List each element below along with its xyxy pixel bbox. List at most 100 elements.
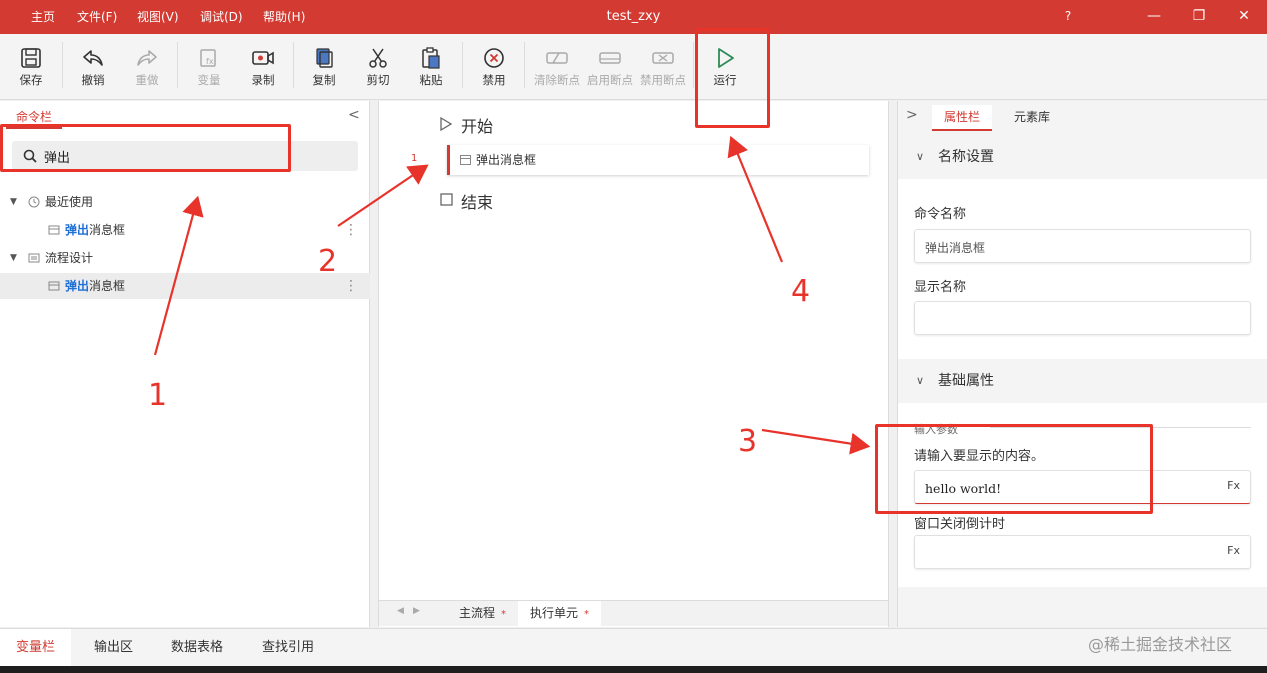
menu-home[interactable]: 主页 [31, 0, 55, 34]
caret-down-icon[interactable]: ▼ [10, 245, 17, 271]
annotation-box-content [875, 424, 1153, 514]
clear-breakpoints-button[interactable]: 清除断点 [532, 42, 582, 94]
save-button[interactable]: 保存 [6, 42, 56, 94]
paste-icon [422, 47, 440, 69]
flow-end-label: 结束 [461, 193, 494, 212]
name-settings-body: 命令名称 显示名称 [898, 179, 1267, 359]
section-name-settings[interactable]: ∨ 名称设置 [898, 135, 1267, 179]
unsaved-mark: * [501, 609, 507, 620]
fx-button[interactable]: Fx [1227, 544, 1240, 557]
redo-button[interactable]: 重做 [122, 42, 172, 94]
tree-group-label: 最近使用 [45, 195, 94, 209]
tab-main-flow[interactable]: 主流程 * [447, 601, 518, 626]
chevron-down-icon[interactable]: ∨ [916, 135, 924, 179]
command-panel: 命令栏 < ▼ 最近使用 弹出消息框 ⋮ ▼ 流程设计 弹出消息框 ⋮ [0, 101, 370, 627]
enable-breakpoints-button[interactable]: 启用断点 [585, 42, 635, 94]
flow-start-label: 开始 [461, 117, 494, 136]
minimize-button[interactable]: — [1134, 0, 1174, 34]
close-button[interactable]: ✕ [1224, 0, 1264, 34]
flow-end-node: 结束 [439, 189, 559, 213]
chevron-down-icon[interactable]: ∨ [916, 359, 924, 403]
expand-panel-button[interactable]: > [906, 107, 918, 123]
tree-item-label: 弹出消息框 [65, 273, 125, 299]
copy-icon [316, 48, 333, 68]
display-name-input[interactable] [925, 310, 1225, 328]
copy-label: 复制 [312, 73, 336, 87]
tab-execution-unit[interactable]: 执行单元 * [518, 601, 602, 626]
caret-down-icon[interactable]: ▼ [10, 189, 17, 215]
menu-view[interactable]: 视图(V) [137, 0, 179, 34]
enable-breakpoints-label: 启用断点 [587, 73, 633, 87]
copy-button[interactable]: 复制 [299, 42, 349, 94]
cut-button[interactable]: 剪切 [353, 42, 403, 94]
variable-icon: fx [200, 49, 216, 67]
fx-button[interactable]: Fx [1227, 479, 1240, 492]
tree-group-recent[interactable]: ▼ 最近使用 [0, 189, 370, 215]
tab-find-references[interactable]: 查找引用 [246, 629, 330, 667]
close-countdown-input[interactable] [925, 544, 1225, 562]
record-label: 录制 [251, 73, 275, 87]
command-icon [460, 155, 471, 165]
tab-properties[interactable]: 属性栏 [932, 105, 993, 131]
tab-variables[interactable]: 变量栏 [0, 629, 72, 667]
enable-breakpoint-icon [599, 52, 621, 64]
more-options-icon[interactable]: ⋮ [344, 217, 358, 243]
section-title: 名称设置 [938, 149, 994, 165]
tab-element-library[interactable]: 元素库 [1002, 105, 1062, 131]
command-name-label: 命令名称 [914, 207, 967, 222]
record-icon [252, 51, 274, 65]
toolbar-separator [177, 42, 178, 88]
section-basic-properties[interactable]: ∨ 基础属性 [898, 359, 1267, 403]
variable-label: 变量 [197, 73, 221, 87]
undo-button[interactable]: 撤销 [68, 42, 118, 94]
close-countdown-field[interactable]: Fx [914, 535, 1251, 569]
scissors-icon [369, 48, 387, 68]
menu-help[interactable]: 帮助(H) [263, 0, 305, 34]
command-name-field[interactable] [914, 229, 1251, 263]
collapse-panel-button[interactable]: < [348, 107, 362, 123]
command-name-input[interactable] [925, 238, 1225, 256]
restore-button[interactable]: ❐ [1179, 0, 1219, 34]
tab-next-icon[interactable]: ▶ [413, 606, 420, 616]
record-button[interactable]: 录制 [238, 42, 288, 94]
disable-icon [484, 48, 504, 68]
tree-group-flow-design[interactable]: ▼ 流程设计 [0, 245, 370, 271]
toolbar-separator [462, 42, 463, 88]
disable-breakpoints-button[interactable]: 禁用断点 [638, 42, 688, 94]
clear-breakpoint-icon [546, 52, 568, 64]
property-panel: > 属性栏 元素库 ∨ 名称设置 命令名称 显示名称 ∨ 基础属性 输入参数 请… [897, 101, 1267, 627]
tree-item-label: 弹出消息框 [65, 217, 125, 243]
paste-button[interactable]: 粘贴 [406, 42, 456, 94]
tree-item-label-rest: 消息框 [89, 223, 126, 237]
display-name-field[interactable] [914, 301, 1251, 335]
menu-debug[interactable]: 调试(D) [200, 0, 243, 34]
cut-label: 剪切 [366, 73, 390, 87]
toolbar-separator [62, 42, 63, 88]
tree-item-popup-flow[interactable]: 弹出消息框 ⋮ [0, 273, 370, 299]
save-label: 保存 [19, 73, 43, 87]
annotation-number-4: 4 [791, 274, 811, 309]
flow-command-label: 弹出消息框 [476, 153, 537, 167]
close-countdown-label: 窗口关闭倒计时 [914, 517, 1006, 532]
disable-button[interactable]: 禁用 [469, 42, 519, 94]
bottom-tab-bar: 变量栏 输出区 数据表格 查找引用 [0, 628, 1267, 667]
disable-breakpoints-label: 禁用断点 [640, 73, 686, 87]
flow-command-block[interactable]: 弹出消息框 [447, 145, 869, 175]
taskbar [0, 666, 1267, 673]
menu-file[interactable]: 文件(F) [77, 0, 117, 34]
tab-output[interactable]: 输出区 [78, 629, 149, 667]
tab-label: 主流程 [459, 606, 496, 620]
command-icon [48, 225, 60, 235]
help-button[interactable]: ? [1048, 0, 1088, 34]
tree-item-popup-recent[interactable]: 弹出消息框 ⋮ [0, 217, 370, 243]
tab-prev-icon[interactable]: ◀ [397, 606, 404, 616]
tab-label: 执行单元 [530, 606, 579, 620]
disable-label: 禁用 [482, 73, 506, 87]
tab-data-table[interactable]: 数据表格 [155, 629, 239, 667]
annotation-number-1: 1 [148, 378, 168, 413]
annotation-number-3: 3 [738, 424, 758, 459]
variable-button[interactable]: fx 变量 [184, 42, 234, 94]
more-options-icon[interactable]: ⋮ [344, 273, 358, 299]
svg-text:fx: fx [206, 57, 214, 66]
undo-label: 撤销 [81, 73, 105, 87]
